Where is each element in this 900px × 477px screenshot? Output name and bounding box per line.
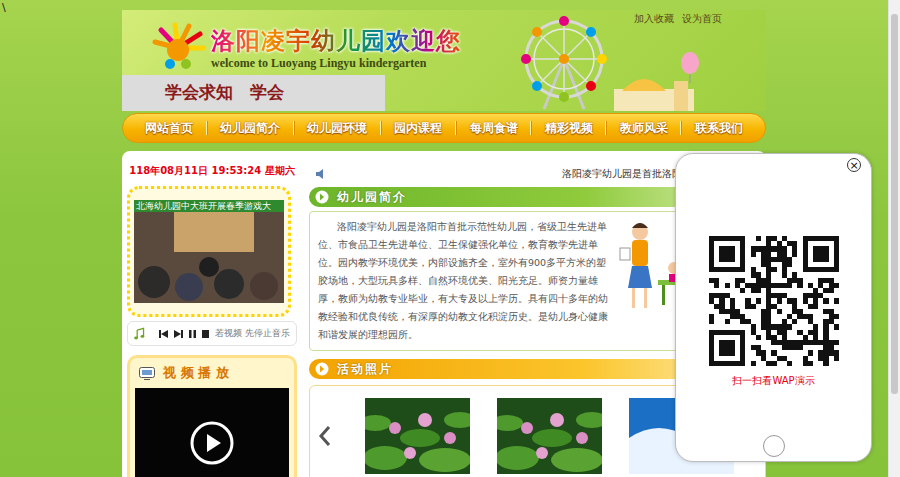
slide-caption: 北海幼儿园中大班开展春季游戏大 — [134, 200, 284, 212]
activity-photo[interactable] — [365, 398, 470, 474]
music-note-icon — [134, 327, 145, 341]
video-header: 视 频 播 放 — [135, 362, 289, 384]
top-link[interactable]: 设为首页 — [682, 12, 722, 26]
sun-logo-icon — [149, 22, 207, 72]
nav-item[interactable]: 网站首页 — [145, 120, 193, 137]
top-links: 加入收藏设为首页 — [634, 12, 722, 26]
nav-separator — [206, 121, 208, 135]
top-link[interactable]: 加入收藏 — [634, 12, 674, 26]
video-section: 视 频 播 放 — [127, 355, 297, 477]
previous-icon[interactable] — [159, 330, 168, 338]
scrollbar[interactable] — [888, 0, 900, 477]
nav-item[interactable]: 园内课程 — [394, 120, 442, 137]
nav-item[interactable]: 每周食谱 — [470, 120, 518, 137]
site: 洛阳凌宇幼儿园欢迎您welcome to Luoyang Lingyu kind… — [122, 0, 766, 477]
qr-popup: × 扫一扫看WAP演示 — [675, 153, 872, 462]
nav-separator — [293, 121, 295, 135]
logo-row: 洛阳凌宇幼儿园欢迎您welcome to Luoyang Lingyu kind… — [122, 10, 502, 72]
header-brand: 洛阳凌宇幼儿园欢迎您welcome to Luoyang Lingyu kind… — [122, 10, 502, 111]
nav-item[interactable]: 联系我们 — [695, 120, 743, 137]
nav-separator — [380, 121, 382, 135]
pause-icon[interactable] — [189, 330, 196, 338]
photos-title: 活动照片 — [337, 361, 393, 378]
phone-home-button[interactable] — [763, 435, 785, 457]
nav-separator — [455, 121, 457, 135]
site-header: 洛阳凌宇幼儿园欢迎您welcome to Luoyang Lingyu kind… — [122, 10, 766, 111]
video-title: 视 频 播 放 — [163, 364, 229, 382]
motto-banner: 学会求知 学会 — [122, 75, 385, 111]
stop-icon[interactable] — [202, 330, 209, 338]
arrow-circle-icon — [315, 362, 329, 376]
datetime: 118年08月11日 19:53:24 星期六 — [127, 164, 297, 178]
page-viewport: \ 洛阳凌宇幼儿园欢迎您welcome to Luoyang Lingyu kin… — [0, 0, 888, 477]
ferris-wheel-icon — [504, 11, 704, 111]
slideshow: 北海幼儿园中大班开展春季游戏大 — [127, 186, 291, 317]
tv-icon — [139, 366, 155, 380]
nav-item[interactable]: 教师风采 — [620, 120, 668, 137]
lotus-photo-icon — [365, 398, 470, 474]
audience-photo-icon — [134, 212, 284, 303]
activity-photo[interactable] — [497, 398, 602, 474]
corner-mark: \ — [2, 1, 6, 14]
lotus-photo-icon — [497, 398, 602, 474]
nav-item[interactable]: 幼儿园简介 — [220, 120, 280, 137]
qr-caption: 扫一扫看WAP演示 — [732, 374, 814, 388]
nav-item[interactable]: 精彩视频 — [545, 120, 593, 137]
intro-text: 洛阳凌宇幼儿园是洛阳市首批示范性幼儿园，省级卫生先进单位、市食品卫生先进单位、卫… — [318, 218, 612, 344]
music-hint: 若视频 先停止音乐 — [215, 327, 290, 340]
music-player: 若视频 先停止音乐 — [127, 321, 297, 346]
left-arrow-icon[interactable] — [318, 425, 332, 447]
intro-title: 幼儿园简介 — [337, 189, 407, 206]
left-column: 118年08月11日 19:53:24 星期六北海幼儿园中大班开展春季游戏大若视… — [127, 151, 297, 477]
main-nav: 网站首页 幼儿园简介 幼儿园环境 园内课程 每周食谱 精彩视频 教师风采 联系我们 — [122, 113, 766, 143]
next-icon[interactable] — [174, 330, 183, 338]
speaker-icon — [315, 168, 327, 180]
video-player[interactable] — [135, 388, 289, 477]
nav-separator — [530, 121, 532, 135]
slide-photo[interactable]: 北海幼儿园中大班开展春季游戏大 — [134, 200, 284, 303]
browser-page: \ 洛阳凌宇幼儿园欢迎您welcome to Luoyang Lingyu kin… — [0, 0, 900, 477]
site-subtitle: welcome to Luoyang Lingyu kindergarten — [211, 56, 461, 70]
site-title: 洛阳凌宇幼儿园欢迎您 — [211, 26, 461, 56]
content-panel: 118年08月11日 19:53:24 星期六北海幼儿园中大班开展春季游戏大若视… — [122, 151, 766, 477]
scrollbar-thumb[interactable] — [891, 14, 898, 394]
qr-code-icon — [709, 236, 839, 366]
play-icon[interactable] — [190, 421, 234, 465]
arrow-circle-icon — [315, 190, 329, 204]
nav-item[interactable]: 幼儿园环境 — [307, 120, 367, 137]
popup-close-button[interactable]: × — [847, 158, 861, 172]
site-titles: 洛阳凌宇幼儿园欢迎您welcome to Luoyang Lingyu kind… — [211, 22, 461, 70]
nav-separator — [680, 121, 682, 135]
nav-separator — [605, 121, 607, 135]
